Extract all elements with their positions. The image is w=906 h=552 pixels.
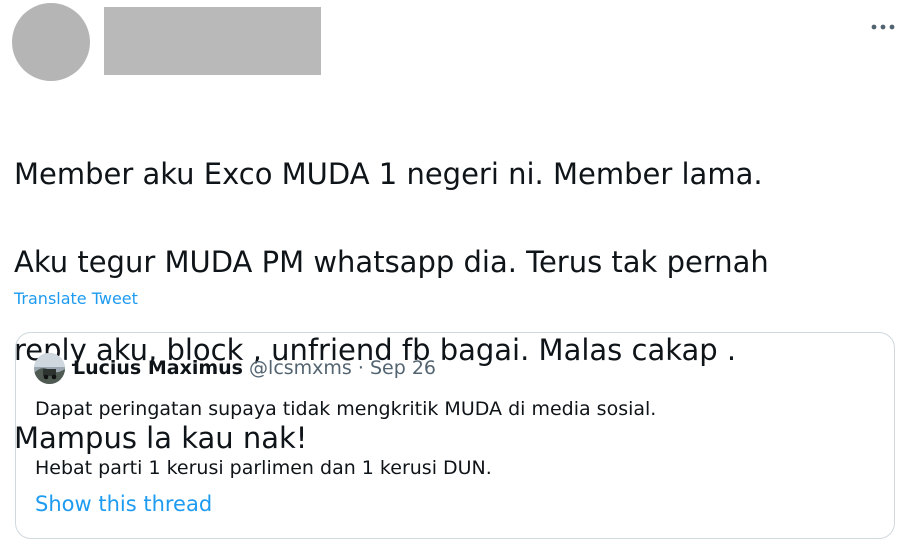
author-avatar[interactable] xyxy=(12,3,90,81)
more-horizontal-icon xyxy=(871,24,895,30)
more-options-button[interactable] xyxy=(868,12,898,42)
quoted-tweet-text-line: Hebat parti 1 kerusi parlimen dan 1 keru… xyxy=(35,457,492,479)
quoted-author-handle: @lcsmxms xyxy=(249,357,352,379)
author-name-redacted xyxy=(104,7,321,75)
quoted-author-name[interactable]: Lucius Maximus xyxy=(73,357,243,379)
translate-tweet-link[interactable]: Translate Tweet xyxy=(14,289,138,308)
quoted-tweet-date[interactable]: Sep 26 xyxy=(370,357,436,379)
quoted-tweet-card[interactable]: Lucius Maximus @lcsmxms · Sep 26 Dapat p… xyxy=(15,332,895,539)
quoted-author-avatar xyxy=(34,353,65,384)
quoted-tweet-text-line: Dapat peringatan supaya tidak mengkritik… xyxy=(35,398,657,420)
header-separator: · xyxy=(357,357,364,379)
quoted-tweet-header: Lucius Maximus @lcsmxms · Sep 26 xyxy=(73,354,436,382)
show-thread-link[interactable]: Show this thread xyxy=(35,489,212,519)
tweet-text-line: Aku tegur MUDA PM whatsapp dia. Terus ta… xyxy=(14,245,769,279)
tweet-text-line: Member aku Exco MUDA 1 negeri ni. Member… xyxy=(14,157,763,191)
